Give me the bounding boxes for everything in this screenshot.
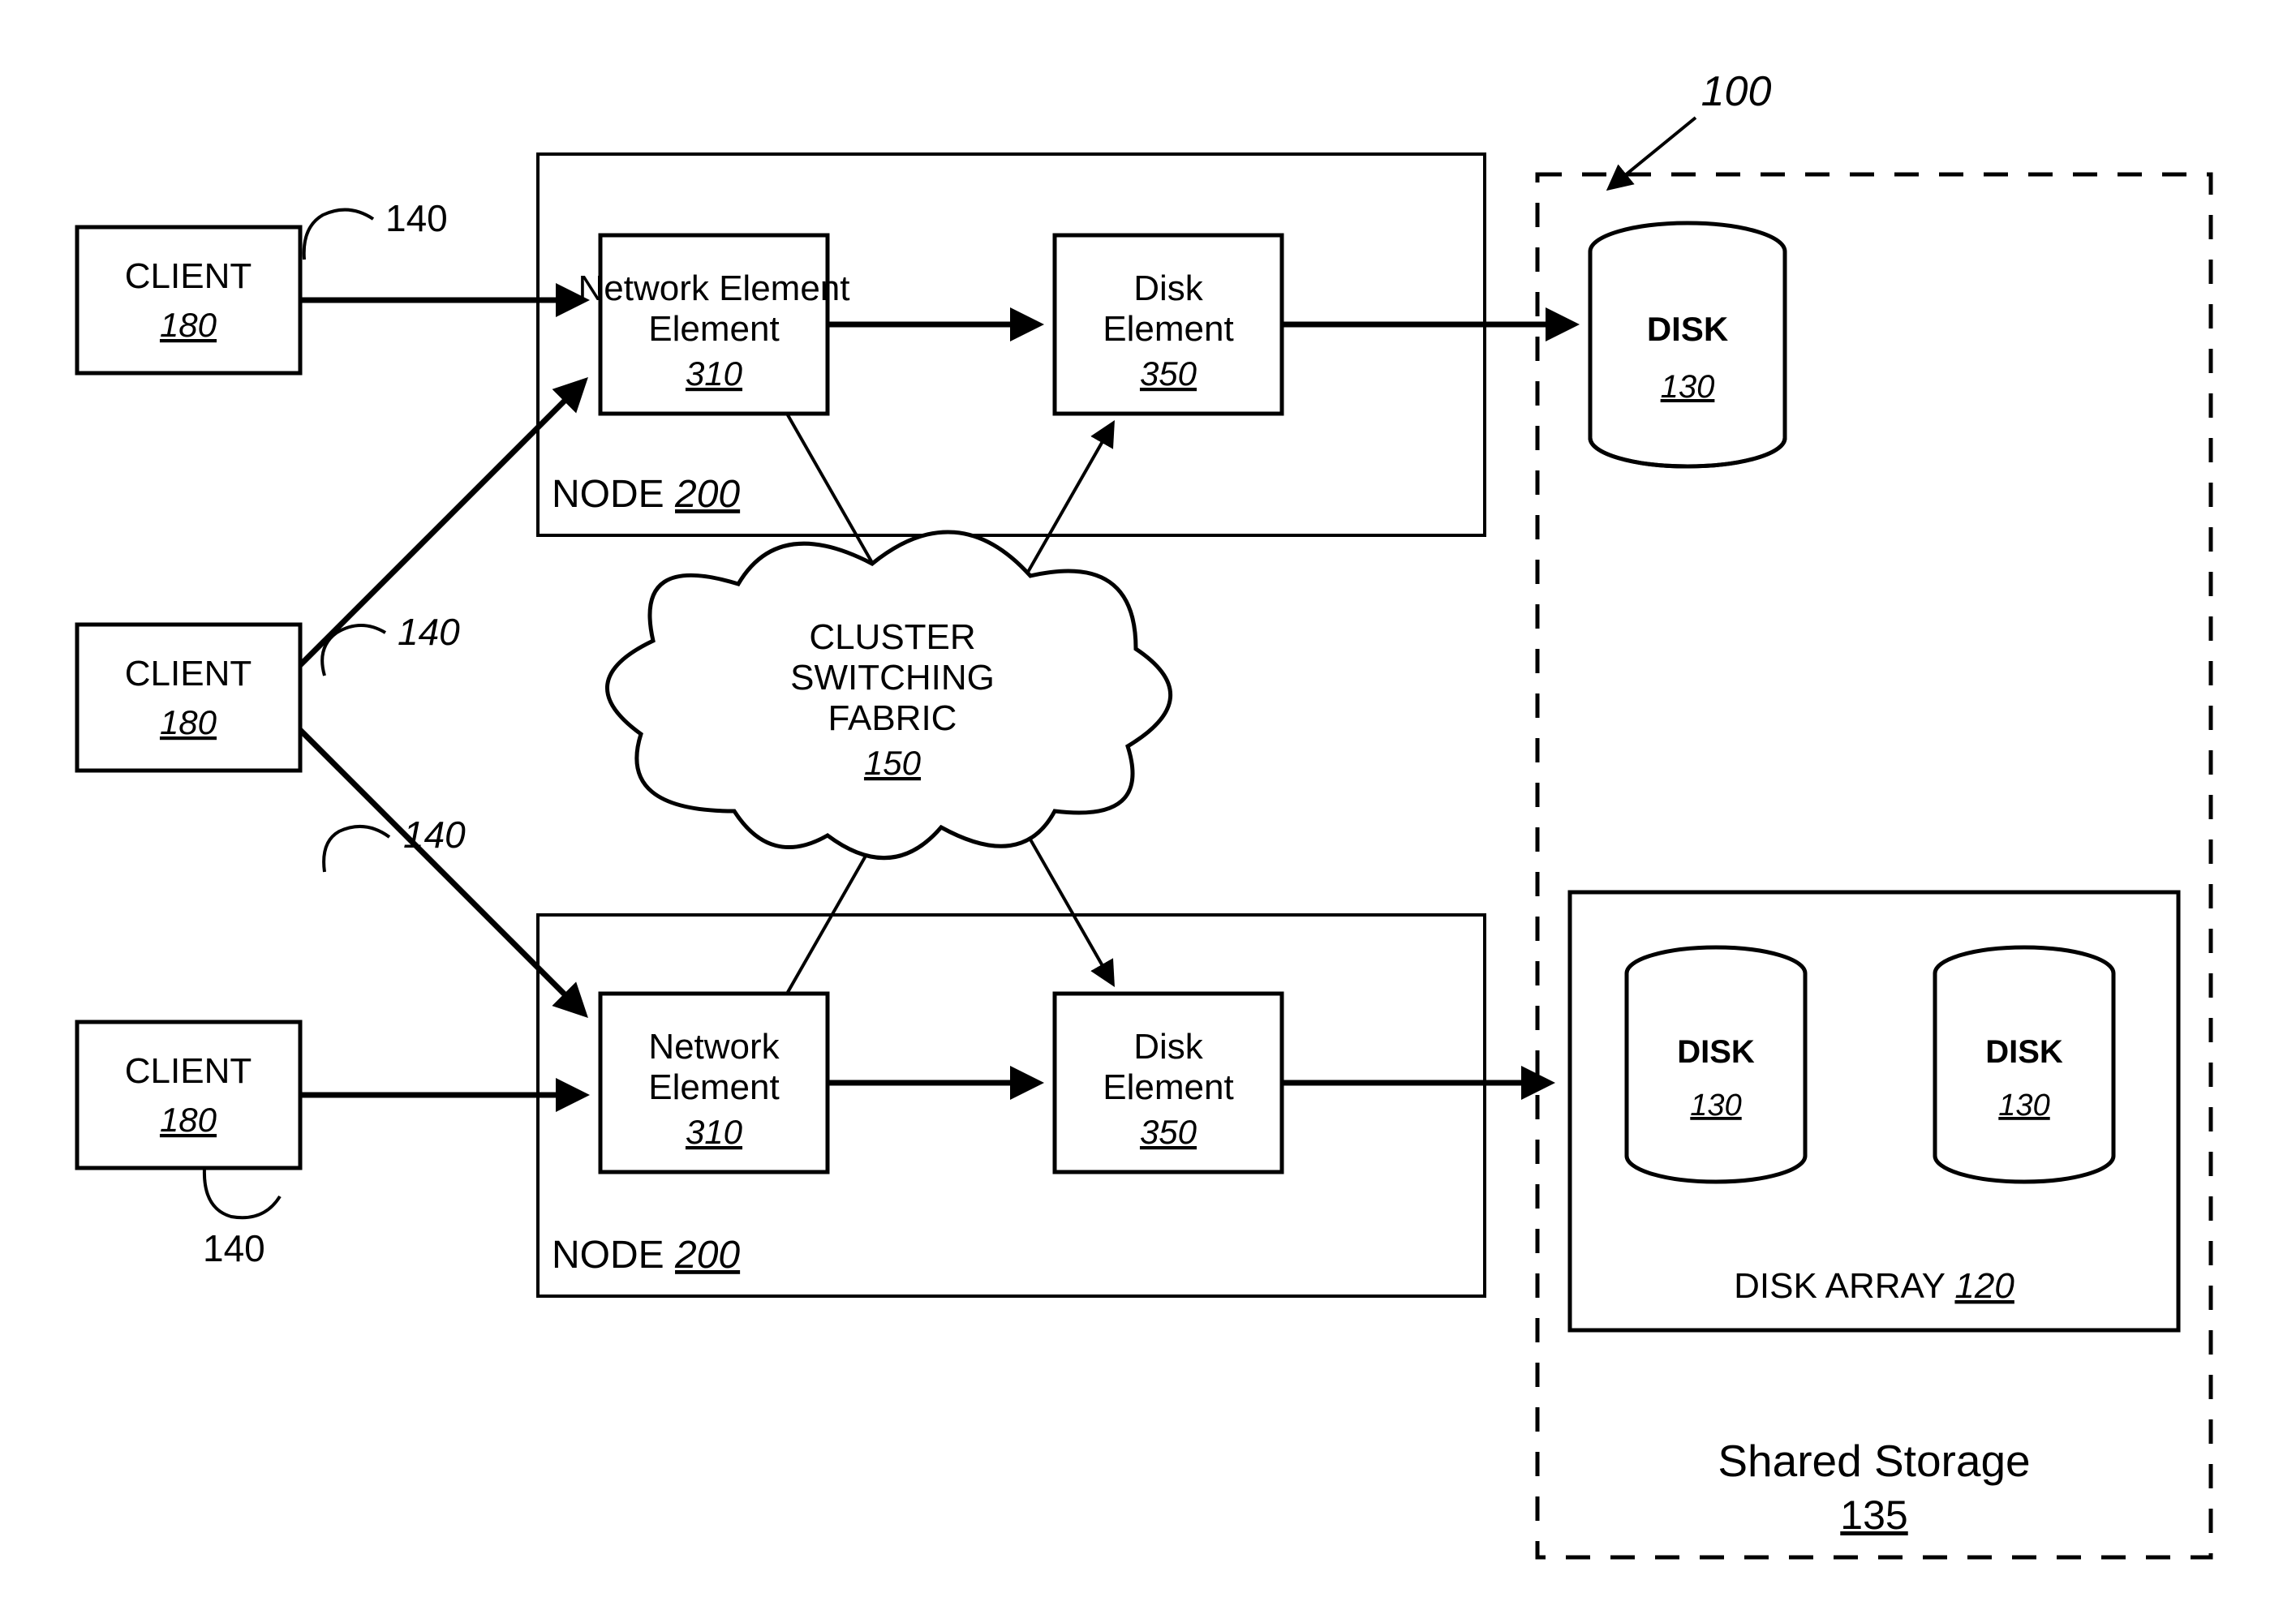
disk-3: DISK 130 bbox=[1935, 947, 2113, 1182]
disk-2-label: DISK bbox=[1677, 1034, 1755, 1070]
node-2-disk-element: Disk Element 350 bbox=[1055, 994, 1282, 1172]
client-2-ref: 180 bbox=[160, 703, 217, 741]
node-1-label: NODE 200 bbox=[552, 473, 740, 516]
shared-storage-label: Shared Storage bbox=[1718, 1436, 2030, 1486]
cluster-fabric: CLUSTER SWITCHING FABRIC 150 bbox=[607, 532, 1170, 858]
node-1-de-ref: 350 bbox=[1140, 354, 1197, 393]
arrow-client2-ne2 bbox=[300, 730, 584, 1014]
node-1-disk-element: Disk Element 350 bbox=[1055, 235, 1282, 414]
fabric-ref: 150 bbox=[864, 744, 922, 782]
svg-text:Element: Element bbox=[1103, 309, 1233, 349]
disk-1-ref: 130 bbox=[1661, 369, 1715, 405]
architecture-diagram: 100 Shared Storage 135 NODE 200 Network … bbox=[0, 0, 2296, 1623]
node-1-ne-label-1: Network Element bbox=[578, 268, 849, 308]
disk-3-label: DISK bbox=[1985, 1034, 2063, 1070]
conn-curve-1 bbox=[304, 210, 373, 260]
client-3-ref: 180 bbox=[160, 1101, 217, 1139]
conn-ref-2: 140 bbox=[398, 611, 460, 653]
client-2-label: CLIENT bbox=[125, 654, 252, 693]
figure-ref: 100 bbox=[1611, 68, 1771, 187]
fabric-line2: SWITCHING bbox=[790, 658, 995, 698]
svg-text:Element: Element bbox=[648, 309, 779, 349]
client-1-label: CLIENT bbox=[125, 256, 252, 296]
client-1-ref: 180 bbox=[160, 306, 217, 344]
conn-ref-3: 140 bbox=[403, 814, 466, 856]
conn-ref-4: 140 bbox=[203, 1227, 265, 1269]
shared-storage-ref: 135 bbox=[1840, 1492, 1907, 1538]
svg-text:Element: Element bbox=[1103, 1067, 1233, 1107]
node-1-network-element: Network Element Element 310 bbox=[578, 235, 849, 414]
disk-1: DISK 130 bbox=[1590, 223, 1785, 466]
node-2-label: NODE 200 bbox=[552, 1234, 740, 1277]
svg-text:Disk: Disk bbox=[1133, 268, 1204, 308]
node-2-de-ref: 350 bbox=[1140, 1113, 1197, 1151]
disk-array-label: DISK ARRAY 120 bbox=[1734, 1266, 2014, 1306]
disk-1-label: DISK bbox=[1647, 310, 1728, 348]
client-3-label: CLIENT bbox=[125, 1051, 252, 1091]
disk-3-ref: 130 bbox=[1998, 1088, 2049, 1123]
client-2: CLIENT 180 bbox=[77, 625, 300, 771]
client-1: CLIENT 180 bbox=[77, 227, 300, 373]
client-3: CLIENT 180 bbox=[77, 1022, 300, 1168]
svg-text:Disk: Disk bbox=[1133, 1027, 1204, 1067]
svg-text:Element: Element bbox=[648, 1067, 779, 1107]
svg-text:Network: Network bbox=[648, 1027, 780, 1067]
conn-ref-1: 140 bbox=[385, 197, 448, 239]
node-1-ne-ref: 310 bbox=[686, 354, 743, 393]
conn-curve-3 bbox=[324, 827, 389, 872]
node-2-network-element: Network Element 310 bbox=[600, 994, 828, 1172]
figure-ref-number: 100 bbox=[1701, 68, 1772, 115]
fabric-line3: FABRIC bbox=[828, 698, 957, 738]
disk-2-ref: 130 bbox=[1690, 1088, 1741, 1123]
disk-2: DISK 130 bbox=[1627, 947, 1805, 1182]
node-2-ne-ref: 310 bbox=[686, 1113, 743, 1151]
fabric-line1: CLUSTER bbox=[809, 617, 975, 657]
conn-curve-4 bbox=[204, 1168, 280, 1217]
